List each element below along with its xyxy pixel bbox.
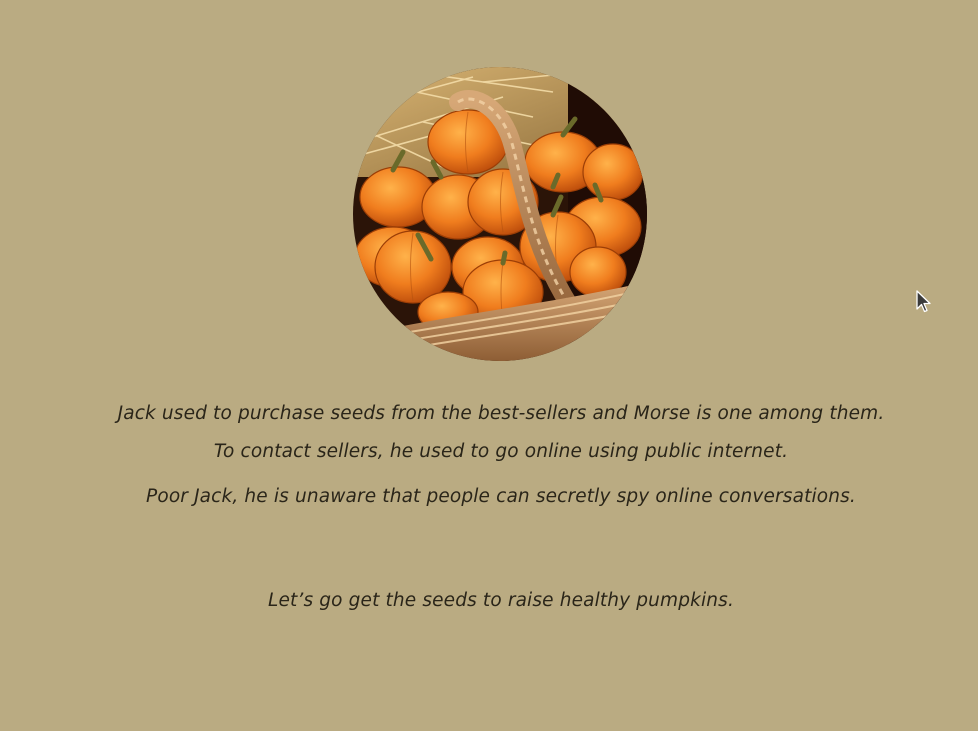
pumpkin-basket-image bbox=[353, 67, 647, 361]
story-line-3: Poor Jack, he is unaware that people can… bbox=[146, 486, 856, 507]
call-to-action-text: Let’s go get the seeds to raise healthy … bbox=[268, 590, 734, 611]
story-line-1: Jack used to purchase seeds from the bes… bbox=[117, 403, 885, 424]
pumpkin-basket-illustration bbox=[353, 67, 647, 361]
mouse-cursor-icon bbox=[916, 290, 932, 314]
story-page: Jack used to purchase seeds from the bes… bbox=[0, 0, 978, 731]
story-line-2: To contact sellers, he used to go online… bbox=[213, 441, 789, 462]
